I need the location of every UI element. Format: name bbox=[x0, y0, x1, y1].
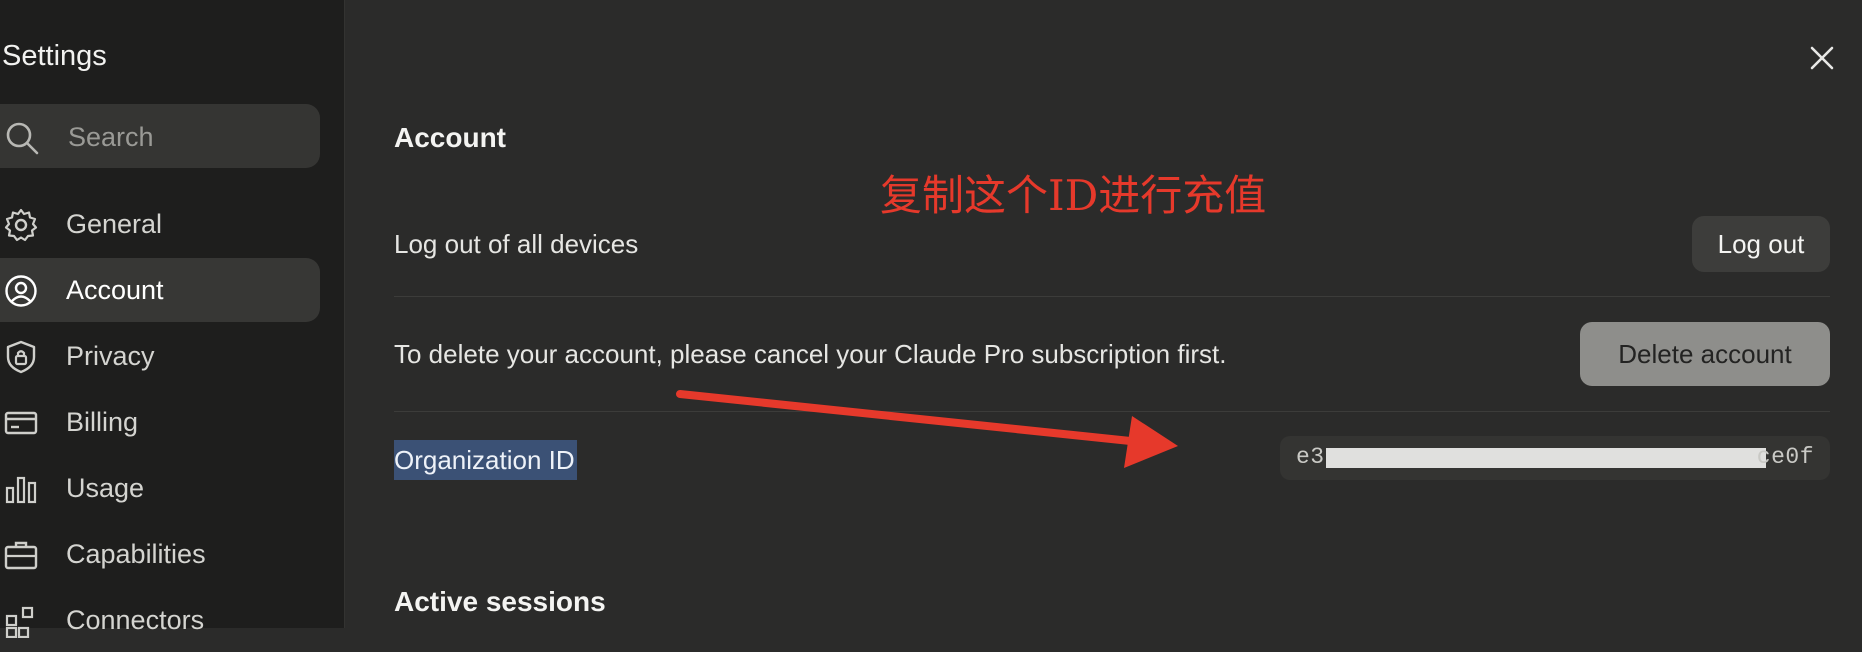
sidebar-item-privacy[interactable]: Privacy bbox=[0, 324, 320, 388]
close-button[interactable] bbox=[1804, 40, 1840, 76]
sidebar-item-label: General bbox=[66, 209, 163, 239]
organization-id-start: e3 bbox=[1296, 444, 1325, 470]
bar-chart-icon bbox=[4, 472, 38, 506]
credit-card-icon bbox=[4, 406, 38, 440]
sidebar-item-label: Capabilities bbox=[66, 539, 206, 569]
gear-icon bbox=[4, 208, 38, 242]
briefcase-icon bbox=[4, 538, 38, 572]
settings-sidebar: Settings General Account Privacy Billing bbox=[0, 0, 345, 638]
sidebar-item-label: Billing bbox=[66, 407, 139, 437]
sidebar-item-label: Usage bbox=[66, 473, 145, 503]
delete-account-button[interactable]: Delete account bbox=[1580, 322, 1830, 386]
sidebar-title: Settings bbox=[2, 40, 107, 72]
divider bbox=[394, 296, 1830, 297]
active-sessions-title: Active sessions bbox=[394, 586, 606, 617]
redaction-bar bbox=[1326, 448, 1766, 468]
sidebar-item-billing[interactable]: Billing bbox=[0, 390, 320, 454]
search-box[interactable] bbox=[0, 104, 320, 168]
sidebar-item-usage[interactable]: Usage bbox=[0, 456, 320, 520]
sidebar-item-account[interactable]: Account bbox=[0, 258, 320, 322]
user-circle-icon bbox=[4, 274, 38, 308]
blocks-icon bbox=[4, 604, 38, 638]
sidebar-item-label: Connectors bbox=[66, 605, 205, 635]
shield-lock-icon bbox=[4, 340, 38, 374]
annotation-text: 复制这个ID进行充值 bbox=[880, 171, 1267, 220]
organization-id-field[interactable]: e3 ce0f bbox=[1280, 436, 1830, 480]
log-out-button[interactable]: Log out bbox=[1692, 216, 1830, 272]
sidebar-item-capabilities[interactable]: Capabilities bbox=[0, 522, 320, 586]
delete-row-text: To delete your account, please cancel yo… bbox=[394, 339, 1227, 369]
sidebar-item-label: Account bbox=[66, 275, 164, 305]
search-input[interactable] bbox=[66, 116, 310, 158]
sidebar-item-label: Privacy bbox=[66, 341, 155, 371]
organization-id-end: ce0f bbox=[1756, 444, 1814, 470]
organization-id-label: Organization ID bbox=[394, 440, 577, 480]
sidebar-item-connectors[interactable]: Connectors bbox=[0, 588, 320, 652]
sidebar-item-general[interactable]: General bbox=[0, 192, 320, 256]
account-section-title: Account bbox=[394, 122, 506, 153]
close-icon bbox=[1810, 46, 1834, 70]
search-icon bbox=[4, 120, 40, 156]
logout-row-text: Log out of all devices bbox=[394, 229, 639, 259]
divider bbox=[394, 411, 1830, 412]
